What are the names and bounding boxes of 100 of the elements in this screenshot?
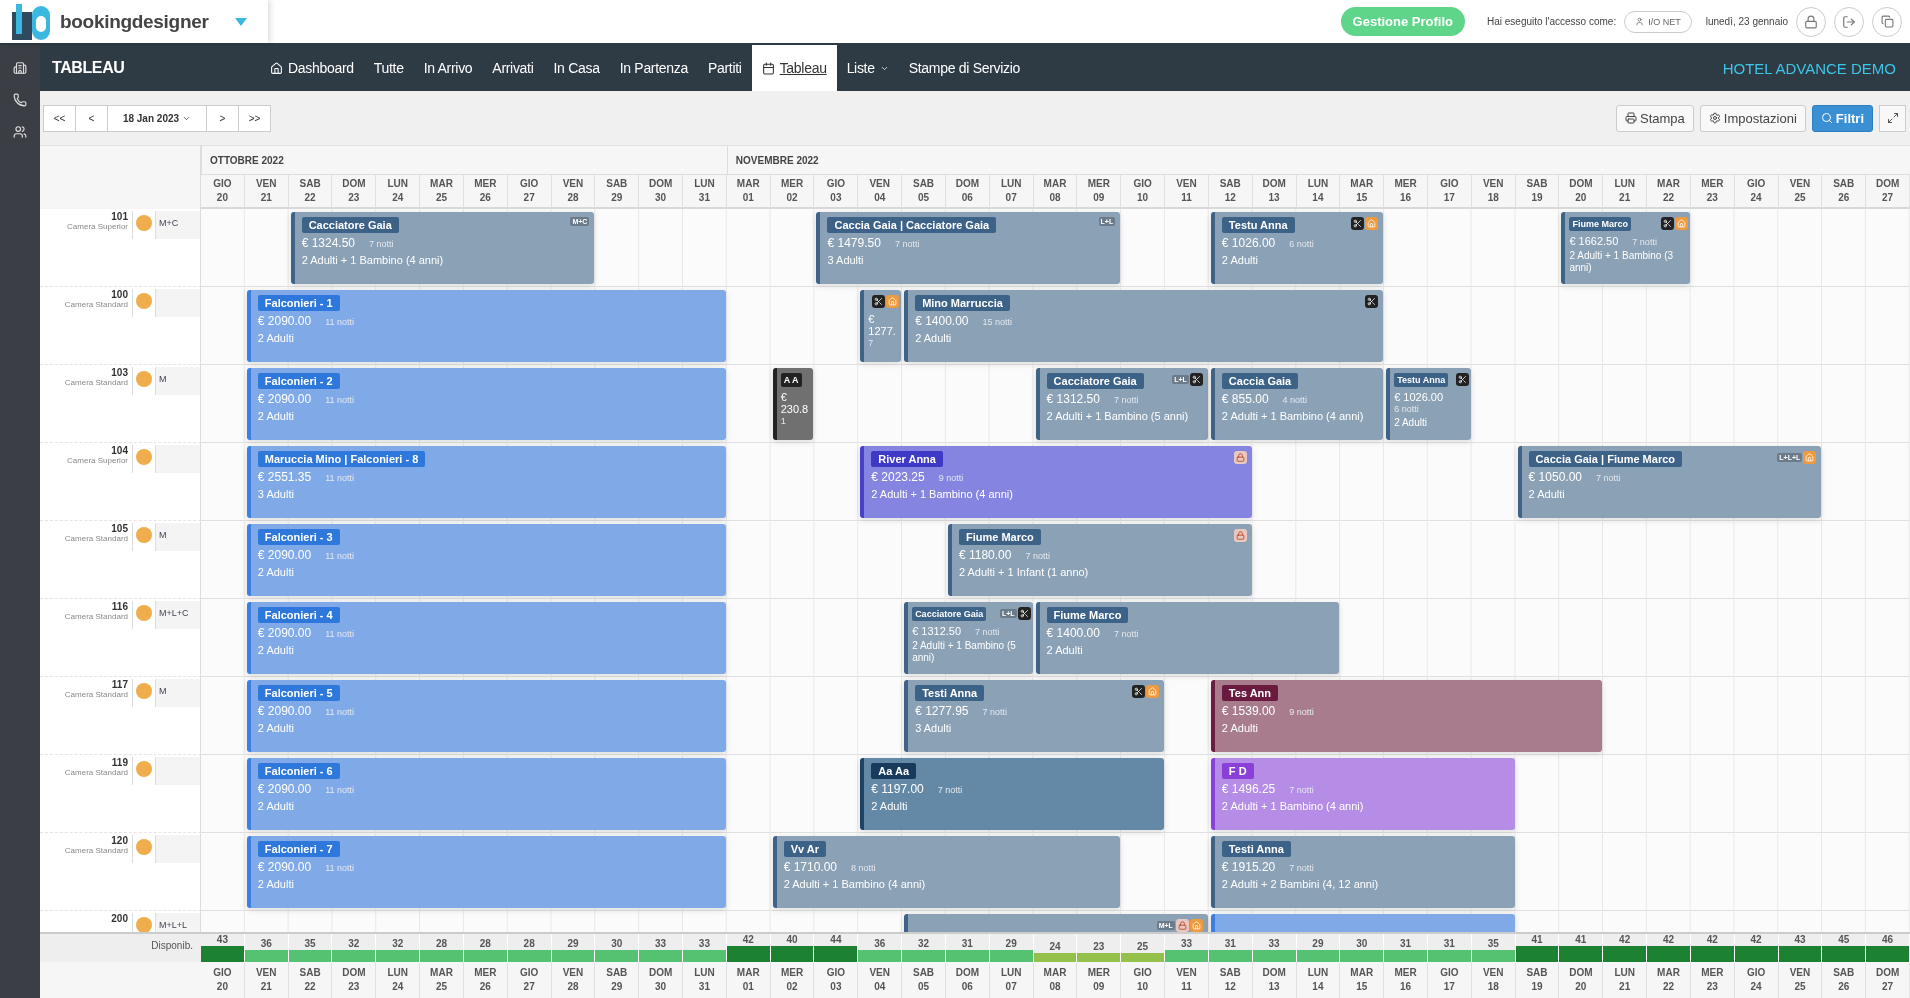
nights: 7 notti [1289,785,1314,795]
calendar-icon [761,61,775,75]
booking-card[interactable]: Falconieri - 6 € 2090.00 11 notti 2 Adulti [246,758,726,830]
availability-bar [1778,946,1822,962]
booking-card[interactable]: Testi Anna € 1277.95 7 notti 3 Adulti [904,680,1165,752]
booking-card[interactable]: Falconieri - 2 € 2090.00 11 notti 2 Adulti [246,368,726,440]
booking-card[interactable]: Vv Ar € 1710.00 8 notti 2 Adulti + 1 Bambino (4 anni) [772,836,1121,908]
room-code: M+C [159,218,179,228]
availability-count: 32 [391,938,405,949]
availability-count: 42 [741,934,755,945]
next-button[interactable]: >> [238,104,271,132]
day-header: VEN 28 [551,962,596,998]
availability-count: 33 [1267,938,1281,949]
availability-bar [551,950,595,962]
status-dot [136,917,152,932]
booking-card[interactable]: Tes Ann € 1539.00 9 notti 2 Adulti [1210,680,1603,752]
room-type: Camera Standard [64,300,128,309]
next-button[interactable]: > [206,104,239,132]
booking-card[interactable]: A A € 230.8 1 [772,368,814,440]
nights: 7 notti [369,239,394,249]
date-picker[interactable]: 18 Jan 2023 [107,104,207,132]
toolbar-button[interactable]: Filtri [1811,104,1873,132]
availability-bar [420,950,463,962]
nav-tab[interactable]: Partiti [698,45,752,91]
building-icon[interactable] [13,61,27,75]
lock-button[interactable] [1796,6,1826,37]
availability-count: 31 [960,938,974,949]
nights: 11 notti [325,395,355,405]
booking-card[interactable]: Falconieri - 5 € 2090.00 11 notti 2 Adulti [246,680,726,752]
phone-icon[interactable] [13,93,27,107]
booking-card[interactable]: Caccia Gaia € 855.00 4 notti 2 Adulti + 1 Bambino (4 anni) [1210,368,1384,440]
nav-tab[interactable]: Liste [836,45,899,91]
nav-tab[interactable]: Stampe di Servizio [898,45,1031,91]
booking-card[interactable]: River Anna € 2023.25 9 notti 2 Adulti + 1 Bambino (4 anni) [860,446,1252,518]
price: € 2090.00 [257,626,312,640]
nav-tab[interactable]: Dashboard [260,45,364,91]
availability-bar [463,950,507,962]
nav-tab[interactable]: In Casa [543,45,610,91]
nav-tab[interactable]: In Partenza [609,45,698,91]
room-type: Camera Standard [64,612,128,621]
guest-name-tag: Vv Ar [783,841,826,857]
availability-count: 33 [1179,938,1193,949]
price: € 1277.95 [915,704,969,718]
booking-card[interactable]: Testu Anna € 1026.00 6 notti 2 Adulti [1386,368,1471,440]
booking-card[interactable]: Fiume Marco € 1662.50 7 notti 2 Adulti + 1 Bambino (3 anni) [1561,212,1690,284]
booking-card[interactable]: Testi Anna € 1915.20 7 notti 2 Adulti + 2 Bambini (4, 12 anni) [1210,836,1515,908]
price: € 1050.00 [1528,470,1582,484]
guest-name-tag: Falconieri - 4 [257,607,340,623]
nav-tab[interactable]: Arrivati [482,45,544,91]
copy-button[interactable] [1872,6,1902,37]
booking-card[interactable]: Maruccia Mino | Falconieri - 8 € 2551.35 11 notti 3 Adulti [246,446,726,518]
room-number: 116 [111,601,128,612]
room-type: Camera Standard [64,534,128,543]
availability-bar [1647,946,1690,962]
prev-button[interactable]: < [75,104,108,132]
booking-card[interactable]: F D € 1496.25 7 notti 2 Adulti + 1 Bambino (4 anni) [1210,758,1515,830]
booking-card[interactable]: Falconieri - 4 € 2090.00 11 notti 2 Adulti [246,602,726,674]
caret-icon[interactable] [234,17,247,26]
availability-count: 31 [1442,938,1456,949]
availability-count: 25 [1136,941,1150,952]
booking-card[interactable]: Fiume Marco € 1180.00 7 notti 2 Adulti + 1 Infant (1 anno) [947,524,1252,596]
booking-card[interactable]: Fiume Marco € 1400.00 7 notti 2 Adulti [1035,602,1340,674]
prev-button[interactable]: << [43,104,76,132]
nights: 7 notti [1632,237,1657,247]
price: € 855.00 [1221,392,1269,406]
nav-tab[interactable]: Tableau [751,45,837,91]
price: € 2090.00 [257,704,312,718]
date-label: lunedì, 23 gennaio [1705,16,1788,27]
guests: 2 Adulti + 1 Bambino (4 anni) [301,253,445,267]
booking-card[interactable]: Aa Aa € 1197.00 7 notti 2 Adulti [860,758,1165,830]
availability-bar [1165,950,1208,962]
availability-bar [376,950,420,962]
availability-count: 28 [522,938,536,949]
guests: 2 Adulti + 1 Bambino (4 anni) [871,487,1014,501]
nav-tab[interactable]: In Arrivo [413,45,483,91]
availability-bar [1121,953,1165,962]
day-header: LUN 14 [1296,962,1341,998]
expand-button[interactable] [1879,104,1906,132]
booking-card[interactable]: Testu Anna € 1026.00 6 notti 2 Adulti [1210,212,1384,284]
booking-card[interactable]: Falconieri - 3 € 2090.00 11 notti 2 Adulti [246,524,726,596]
guests: 2 Adulti [257,565,295,579]
nights: 9 notti [1289,707,1314,717]
guest-name-tag: F D [1221,763,1254,779]
booking-card[interactable]: Mino Marruccia € 1400.00 15 notti 2 Adulti [904,290,1384,362]
booking-card[interactable]: Falconieri - 1 € 2090.00 11 notti 2 Adulti [246,290,726,362]
nights: 9 notti [938,473,964,483]
logout-button[interactable] [1834,6,1864,37]
toolbar-button[interactable]: Impostazioni [1699,104,1806,132]
booking-card[interactable]: Falconieri - 7 € 2090.00 11 notti 2 Adulti [246,836,726,908]
users-icon[interactable] [13,125,27,139]
toolbar-button[interactable]: Stampa [1616,104,1694,132]
user-button[interactable]: I/O NET [1624,10,1692,33]
page-title: TABLEAU [52,59,126,77]
availability-count: 35 [1486,938,1500,949]
availability-bar [1822,946,1866,962]
nav-tab[interactable]: Tutte [363,45,414,91]
price: € 230.8 [780,391,810,415]
day-header: DOM 30 [639,962,683,998]
guests: 2 Adulti [915,331,953,345]
price: € 2090.00 [257,548,312,562]
